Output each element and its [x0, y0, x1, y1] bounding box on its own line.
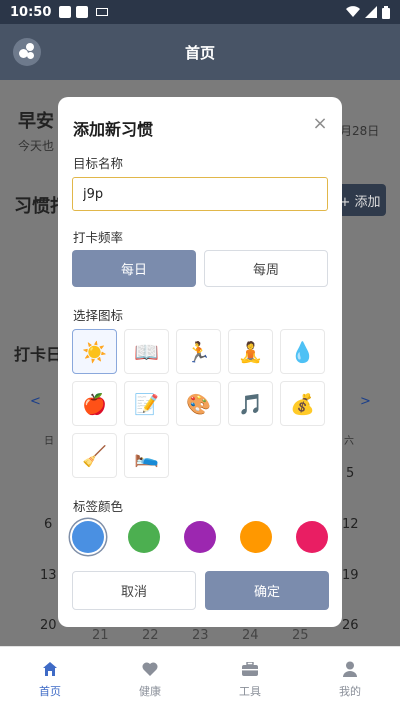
nav-item-heart[interactable]: 健康	[100, 647, 200, 712]
water-drop-icon[interactable]: 💧	[280, 329, 325, 374]
close-icon[interactable]: ×	[311, 115, 329, 133]
icon-picker: ☀️ 📖 🏃 🧘 💧 🍎 📝 🎨 🎵 💰 🧹 🛌	[72, 329, 334, 478]
broom-icon[interactable]: 🧹	[72, 433, 117, 478]
calendar-day[interactable]: 26	[342, 618, 359, 633]
add-habit-dialog: 添加新习惯 × 目标名称 打卡频率 每日 每周 选择图标 ☀️📖🏃🧘💧 🍎📝🎨🎵💰…	[58, 97, 342, 627]
color-swatch-blue[interactable]	[72, 521, 104, 553]
frequency-daily-button[interactable]: 每日	[72, 250, 196, 287]
meditation-icon[interactable]: 🧘	[228, 329, 273, 374]
name-label: 目标名称	[73, 156, 124, 171]
music-icon[interactable]: 🎵	[228, 381, 273, 426]
person-icon	[341, 660, 359, 678]
calendar-day[interactable]: 12	[342, 517, 359, 532]
calendar-day[interactable]: 5	[346, 466, 354, 481]
bottom-nav: 首页 健康 工具 我的	[0, 646, 400, 712]
calendar-prev-button[interactable]: <	[30, 394, 41, 409]
calendar-day[interactable]: 25	[292, 628, 309, 643]
nav-item-label: 工具	[239, 685, 261, 698]
running-icon[interactable]: 🏃	[176, 329, 221, 374]
calendar-day[interactable]: 23	[192, 628, 209, 643]
status-bar: 10:50	[0, 0, 400, 24]
icon-label: 选择图标	[73, 308, 124, 323]
habit-name-input[interactable]	[72, 177, 328, 211]
nav-item-toolbox[interactable]: 工具	[200, 647, 300, 712]
color-swatch-pink[interactable]	[296, 521, 328, 553]
sun-icon[interactable]: ☀️	[72, 329, 117, 374]
app-logo-icon[interactable]	[13, 38, 41, 66]
toolbox-icon	[241, 660, 259, 678]
checkin-calendar-heading: 打卡日	[14, 345, 63, 364]
weekday-label: 日	[44, 436, 54, 447]
calendar-day[interactable]: 20	[40, 618, 57, 633]
weekday-label: 六	[344, 436, 354, 447]
color-label: 标签颜色	[73, 499, 124, 514]
color-swatch-purple[interactable]	[184, 521, 216, 553]
calendar-day[interactable]: 24	[242, 628, 259, 643]
nav-item-label: 健康	[139, 685, 161, 698]
calendar-next-button[interactable]: >	[360, 394, 371, 409]
calendar-day[interactable]: 19	[342, 568, 359, 583]
notification-icon	[76, 6, 89, 18]
apple-icon[interactable]: 🍎	[72, 381, 117, 426]
app-bar: 首页	[0, 24, 400, 80]
money-bag-icon[interactable]: 💰	[280, 381, 325, 426]
keyboard-icon	[96, 8, 109, 16]
cancel-button[interactable]: 取消	[72, 571, 196, 610]
memo-icon[interactable]: 📝	[124, 381, 169, 426]
nav-item-person[interactable]: 我的	[300, 647, 400, 712]
calendar-day[interactable]: 6	[44, 517, 52, 532]
home-icon	[41, 660, 59, 678]
calendar-day[interactable]: 22	[142, 628, 159, 643]
frequency-label: 打卡频率	[73, 230, 124, 245]
calendar-day[interactable]: 21	[92, 628, 109, 643]
book-icon[interactable]: 📖	[124, 329, 169, 374]
heart-icon	[141, 660, 159, 678]
notification-icon	[59, 6, 72, 18]
color-picker	[72, 521, 328, 553]
confirm-button[interactable]: 确定	[205, 571, 329, 610]
greeting-title: 早安	[18, 111, 54, 132]
color-swatch-orange[interactable]	[240, 521, 272, 553]
color-swatch-green[interactable]	[128, 521, 160, 553]
nav-item-label: 我的	[339, 685, 361, 698]
bed-icon[interactable]: 🛌	[124, 433, 169, 478]
wifi-icon	[346, 6, 360, 18]
nav-item-label: 首页	[39, 685, 61, 698]
frequency-weekly-button[interactable]: 每周	[204, 250, 328, 287]
page-title: 首页	[184, 43, 215, 62]
palette-icon[interactable]: 🎨	[176, 381, 221, 426]
dialog-title: 添加新习惯	[73, 120, 154, 139]
calendar-day[interactable]: 13	[40, 568, 57, 583]
greeting-subtitle: 今天也	[18, 139, 55, 153]
date-text: 月28日	[340, 124, 380, 138]
nav-item-home[interactable]: 首页	[0, 647, 100, 712]
status-time: 10:50	[10, 4, 52, 20]
battery-icon	[382, 5, 390, 19]
signal-icon	[365, 6, 377, 18]
